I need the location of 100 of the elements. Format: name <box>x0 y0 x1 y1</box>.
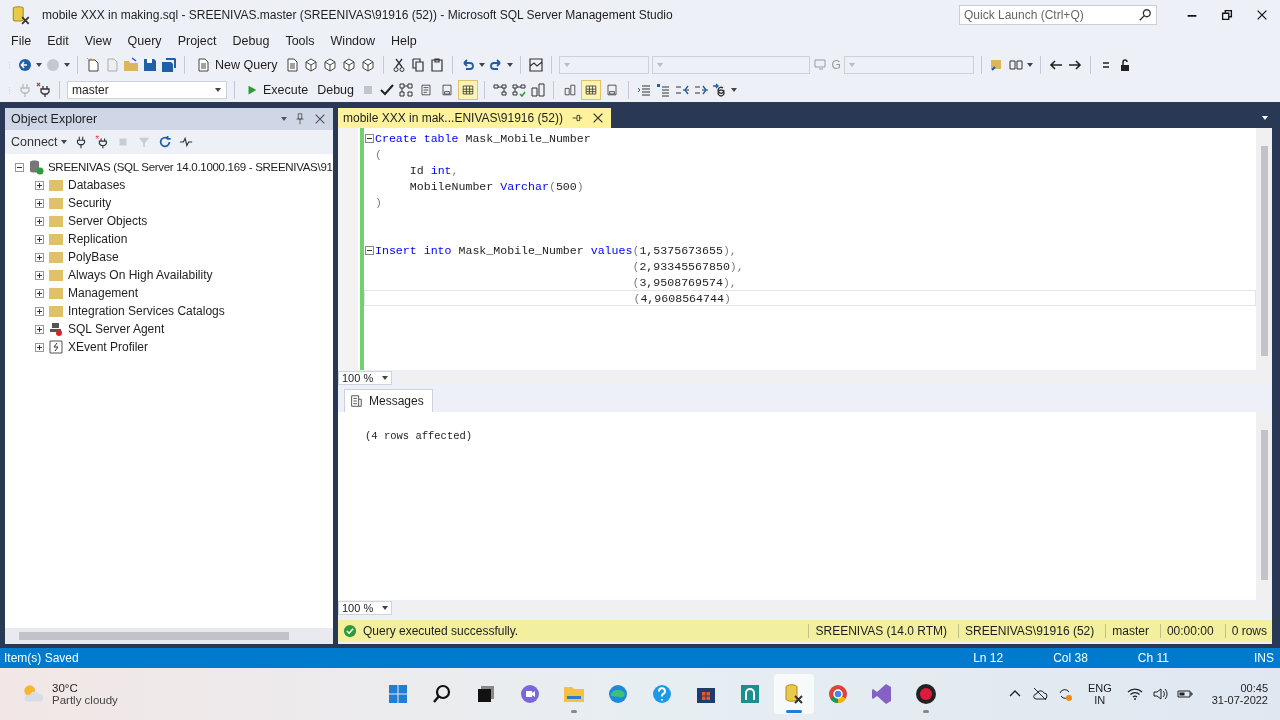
plan-icon[interactable] <box>492 81 508 98</box>
expander-icon[interactable] <box>35 306 44 316</box>
restore-button[interactable] <box>1220 8 1234 22</box>
folder-icon <box>48 177 64 193</box>
tree-item[interactable]: SQL Server Agent <box>68 322 165 336</box>
tree-item[interactable]: Replication <box>68 232 128 246</box>
menu-item[interactable]: File <box>3 34 40 48</box>
zoom-dropdown[interactable]: 100 % <box>338 371 392 385</box>
caret-icon[interactable] <box>36 62 42 67</box>
code-line: (3,9508769574), <box>631 275 737 289</box>
menu-item[interactable]: Window <box>322 34 384 48</box>
status-field: Col 38 <box>1028 651 1113 665</box>
menu-item[interactable]: Query <box>119 34 170 48</box>
cube-icon[interactable] <box>302 56 319 73</box>
cut-icon[interactable] <box>390 56 407 73</box>
horizontal-scrollbar[interactable] <box>398 372 1272 384</box>
wifi-icon[interactable] <box>1126 686 1143 702</box>
expander-icon[interactable] <box>35 252 44 262</box>
debug-button[interactable]: Debug <box>314 80 357 99</box>
expander-icon[interactable] <box>35 180 44 190</box>
fold-icon[interactable] <box>365 245 374 255</box>
expander-icon[interactable] <box>35 198 44 208</box>
cube-icon[interactable] <box>359 56 376 73</box>
caret-icon[interactable] <box>64 62 70 67</box>
zoom-dropdown[interactable]: 100 % <box>338 601 392 615</box>
tree-item[interactable]: PolyBase <box>68 250 119 264</box>
editor-tab[interactable]: mobile XXX in mak...ENIVAS\91916 (52)) <box>338 108 611 128</box>
tree-item[interactable]: Server Objects <box>68 214 148 228</box>
caret-icon[interactable] <box>281 117 287 121</box>
temperature[interactable]: 30°C <box>52 682 118 694</box>
horizontal-scrollbar[interactable] <box>5 628 333 644</box>
sync-icon[interactable] <box>1056 686 1073 702</box>
menu-item[interactable]: Tools <box>277 34 323 48</box>
caret-icon[interactable] <box>731 87 737 92</box>
clock-time[interactable]: 00:45 <box>1240 682 1268 694</box>
copy-icon[interactable] <box>409 56 426 73</box>
expander-icon[interactable] <box>35 342 44 352</box>
menu-item[interactable]: View <box>76 34 120 48</box>
menu-item[interactable]: Project <box>169 34 225 48</box>
vertical-scrollbar[interactable] <box>1256 128 1272 370</box>
close-icon[interactable] <box>313 112 327 126</box>
save-icon[interactable] <box>142 56 158 73</box>
window-icon[interactable] <box>527 56 544 73</box>
vertical-scrollbar[interactable] <box>1256 412 1272 600</box>
results-tab[interactable]: Messages <box>344 389 433 412</box>
database-dropdown[interactable]: master <box>67 80 227 99</box>
menu-item[interactable]: Debug <box>224 34 278 48</box>
quick-launch-field[interactable]: Quick Launch (Ctrl+Q) <box>959 5 1157 25</box>
expander-icon[interactable] <box>15 162 24 172</box>
clock-date[interactable]: 31-07-2022 <box>1211 694 1268 706</box>
activity-icon[interactable] <box>178 135 193 149</box>
speaker-icon[interactable] <box>1151 686 1168 702</box>
tree-item[interactable]: Security <box>68 196 112 210</box>
tree-item[interactable]: Databases <box>68 178 126 192</box>
region-indicator[interactable]: IN <box>1094 694 1106 706</box>
refresh-icon[interactable] <box>157 135 172 149</box>
grid-results-icon[interactable] <box>459 80 477 99</box>
save-all-icon[interactable] <box>161 56 177 73</box>
connect-button[interactable]: Connect <box>11 135 67 149</box>
redo-icon[interactable] <box>487 56 504 73</box>
grid-icon[interactable] <box>582 80 600 99</box>
caret-icon[interactable] <box>1026 62 1033 67</box>
back-icon[interactable] <box>17 56 33 73</box>
disconnect-icon[interactable] <box>94 135 109 149</box>
paste-icon[interactable] <box>428 56 445 73</box>
expander-icon[interactable] <box>35 234 44 244</box>
fold-icon[interactable] <box>365 133 374 143</box>
tree-item[interactable]: Integration Services Catalogs <box>68 304 225 318</box>
plan-check-icon[interactable] <box>511 81 527 98</box>
caret-icon[interactable] <box>478 62 485 67</box>
new-project-icon[interactable] <box>85 56 101 73</box>
caret-icon[interactable] <box>506 62 513 67</box>
close-button[interactable] <box>1255 8 1269 22</box>
caret-icon <box>563 62 570 67</box>
cube-icon[interactable] <box>321 56 338 73</box>
menu-item[interactable]: Help <box>383 34 425 48</box>
execute-button[interactable]: Execute <box>242 80 312 99</box>
language-indicator[interactable]: ENG <box>1087 682 1112 694</box>
expander-icon[interactable] <box>35 216 44 226</box>
code-editor[interactable]: Create table Mask_Mobile_Number ( Id int, MobileNumber Varchar(500) ) Insert into Mask_Mobile_Number values(1,5375673655), (2,93345567850), (3,9508769574), (4,9608564744) <box>338 128 1272 370</box>
horizontal-scrollbar[interactable] <box>398 602 1272 614</box>
tree-item[interactable]: Always On High Availability <box>68 268 213 282</box>
chart-icon[interactable] <box>530 81 546 98</box>
weather-condition[interactable]: Partly cloudy <box>52 694 118 706</box>
cube-icon[interactable] <box>340 56 357 73</box>
tree-item[interactable]: XEvent Profiler <box>68 340 149 354</box>
window-title: mobile XXX in making.sql - SREENIVAS.master (SREENIVAS\91916 (52)) - Microsoft SQL Server Management Studio <box>42 8 674 22</box>
expander-icon[interactable] <box>35 324 44 334</box>
search-icon[interactable] <box>1138 8 1152 22</box>
tree-item[interactable]: SREENIVAS (SQL Server 14.0.1000.169 - SREENIVAS\91 <box>48 161 333 173</box>
expander-icon[interactable] <box>35 270 44 280</box>
new-query-button[interactable]: New Query <box>192 54 281 75</box>
uncomment-icon[interactable] <box>655 81 671 98</box>
plug-icon[interactable] <box>36 81 52 98</box>
menu-item[interactable]: Edit <box>39 34 77 48</box>
tree-item[interactable]: Management <box>68 286 139 300</box>
expander-icon[interactable] <box>35 288 44 298</box>
taskbar-button[interactable] <box>774 674 814 714</box>
caret-icon[interactable] <box>1262 116 1268 120</box>
cloud-icon[interactable] <box>1031 686 1048 702</box>
